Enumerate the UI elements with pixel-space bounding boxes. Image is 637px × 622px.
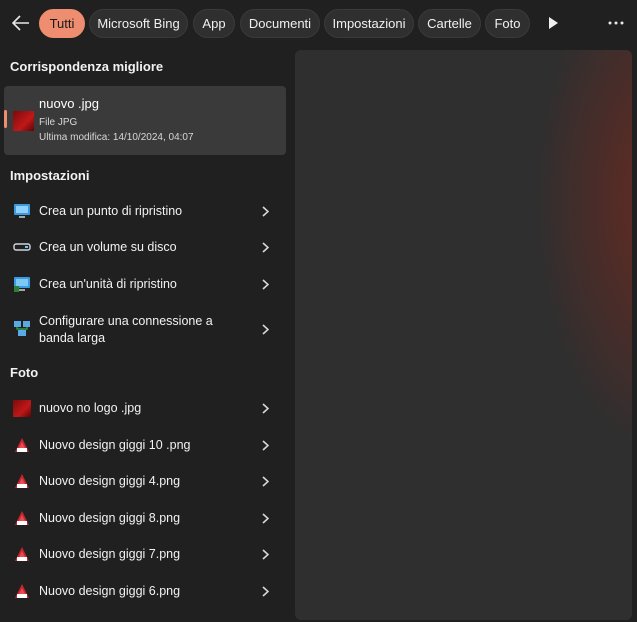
photo-item[interactable]: Nuovo design giggi 10 .png [4, 428, 286, 462]
recovery-drive-icon [13, 275, 31, 293]
jpg-thumbnail-icon [13, 111, 34, 131]
tab-tutti[interactable]: Tutti [39, 9, 85, 38]
chevron-right-icon [260, 203, 270, 219]
tab-app[interactable]: App [193, 9, 235, 38]
chevron-right-icon [260, 546, 270, 562]
system-protection-icon [13, 202, 31, 220]
photo-item-label: nuovo no logo .jpg [39, 401, 142, 415]
tab-impostazioni[interactable]: Impostazioni [324, 9, 414, 38]
more-icon[interactable] [603, 14, 629, 32]
tab-documenti[interactable]: Documenti [240, 9, 320, 38]
settings-item-disk-volume[interactable]: Crea un volume su disco [4, 230, 286, 264]
photo-item-label: Nuovo design giggi 4.png [39, 474, 181, 488]
best-match-item[interactable]: nuovo .jpg File JPG Ultima modifica: 14/… [4, 86, 286, 155]
selection-indicator [4, 110, 7, 128]
settings-item-label: Crea un volume su disco [39, 240, 177, 254]
chevron-right-icon [260, 400, 270, 416]
photo-item[interactable]: Nuovo design giggi 4.png [4, 464, 286, 498]
chevron-right-icon [260, 437, 270, 453]
jpg-thumbnail-icon [13, 399, 31, 417]
png-thumbnail-icon [13, 436, 31, 454]
png-thumbnail-icon [13, 545, 31, 563]
photo-item-label: Nuovo design giggi 8.png [39, 511, 181, 525]
photo-item[interactable]: nuovo no logo .jpg [4, 391, 286, 425]
chevron-right-icon [260, 276, 270, 292]
settings-heading: Impostazioni [10, 168, 90, 183]
play-icon[interactable] [543, 14, 563, 32]
preview-pane [295, 50, 632, 620]
png-thumbnail-icon [13, 472, 31, 490]
settings-item-broadband[interactable]: Configurare una connessione a banda larg… [4, 304, 286, 354]
photos-heading: Foto [10, 365, 39, 380]
chevron-right-icon [260, 239, 270, 255]
disk-volume-icon [13, 238, 31, 256]
photo-item-label: Nuovo design giggi 10 .png [39, 438, 191, 452]
best-match-modified: Ultima modifica: 14/10/2024, 04:07 [39, 132, 194, 143]
settings-item-label: Configurare una connessione a banda larg… [39, 314, 213, 345]
photo-item[interactable]: Nuovo design giggi 8.png [4, 501, 286, 535]
back-arrow-icon[interactable] [8, 10, 34, 36]
best-match-type: File JPG [39, 117, 78, 128]
chevron-right-icon [260, 321, 270, 337]
png-thumbnail-icon [13, 509, 31, 527]
tab-microsoft-bing[interactable]: Microsoft Bing [89, 9, 188, 38]
chevron-right-icon [260, 473, 270, 489]
png-thumbnail-icon [13, 582, 31, 600]
settings-item-label: Crea un'unità di ripristino [39, 277, 177, 291]
chevron-right-icon [260, 510, 270, 526]
best-match-name: nuovo .jpg [39, 96, 99, 111]
photo-item[interactable]: Nuovo design giggi 7.png [4, 537, 286, 571]
settings-item-label: Crea un punto di ripristino [39, 204, 183, 218]
settings-item-recovery-drive[interactable]: Crea un'unità di ripristino [4, 267, 286, 301]
photo-item[interactable]: Nuovo design giggi 6.png [4, 574, 286, 608]
settings-item-restore-point[interactable]: Crea un punto di ripristino [4, 194, 286, 228]
network-connection-icon [13, 320, 31, 338]
photo-item-label: Nuovo design giggi 6.png [39, 584, 181, 598]
chevron-right-icon [260, 583, 270, 599]
tab-cartelle[interactable]: Cartelle [418, 9, 481, 38]
tab-foto[interactable]: Foto [485, 9, 530, 38]
photo-item-label: Nuovo design giggi 7.png [39, 547, 181, 561]
best-match-heading: Corrispondenza migliore [10, 59, 164, 74]
filter-bar: Tutti Microsoft Bing App Documenti Impos… [0, 0, 637, 46]
